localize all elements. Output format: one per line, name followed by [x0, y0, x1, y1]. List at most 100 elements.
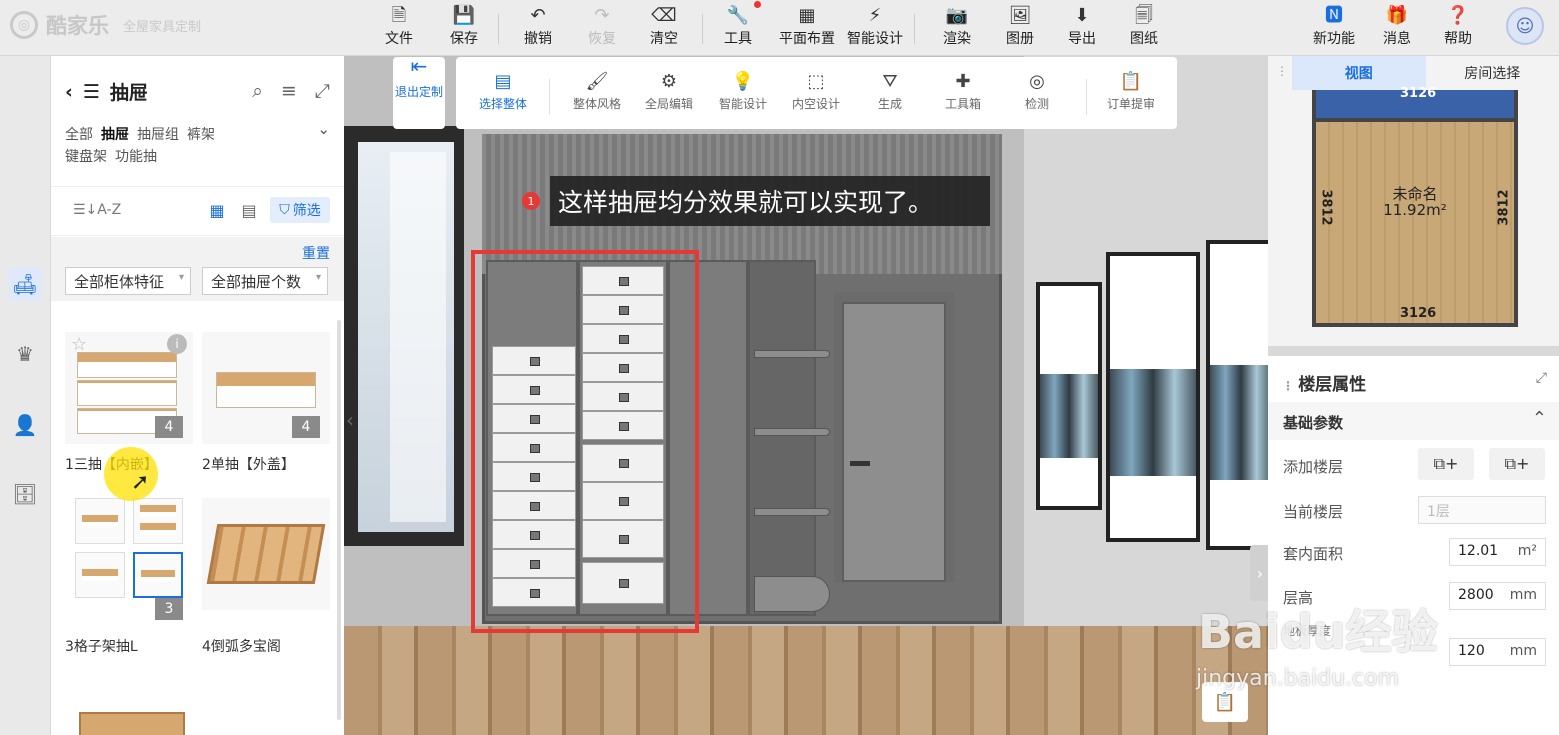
open-shelf[interactable] [754, 508, 830, 516]
toolbar-help-button[interactable]: ❓ 帮助 [1428, 4, 1488, 48]
height-input[interactable]: 2800 mm [1449, 582, 1546, 610]
category-keyboard-rack[interactable]: 键盘架 [65, 149, 107, 165]
info-icon[interactable]: i [167, 334, 187, 354]
tab-view[interactable]: 视图 [1292, 56, 1426, 90]
open-shelf[interactable] [754, 428, 830, 436]
collapse-left-icon[interactable]: ‹ [346, 408, 354, 432]
global-edit-button[interactable]: ⚙ 全局编辑 [634, 69, 704, 112]
toolbar-redo-button[interactable]: ↷ 恢复 [572, 4, 632, 48]
logo-icon: ◎ [10, 11, 38, 39]
order-submit-button[interactable]: 📋 订单提审 [1096, 69, 1166, 112]
partial-product-thumbnail[interactable] [79, 712, 185, 735]
toolbar-tools-button[interactable]: 🔧 工具 [708, 4, 768, 48]
floor-thickness-input[interactable]: 120 mm [1449, 638, 1546, 666]
user-icon[interactable]: 👤 [8, 408, 42, 442]
star-icon[interactable]: ☆ [71, 334, 87, 355]
subtoolbar-label: 全局编辑 [644, 97, 693, 111]
expand-icon[interactable]: ⤢ [1536, 370, 1547, 386]
toolbox-button[interactable]: ✚ 工具箱 [928, 69, 998, 112]
select-all-button[interactable]: ▤ 选择整体 [468, 69, 538, 112]
filter-button[interactable]: ⛉ 筛选 [270, 197, 330, 223]
cabinet-icon[interactable]: 🗄 [8, 477, 42, 511]
area-input[interactable]: 12.01 m² [1449, 538, 1546, 566]
open-shelf[interactable] [754, 350, 830, 358]
open-shelf[interactable] [754, 576, 830, 612]
toolbar-divider [702, 14, 703, 44]
inner-space-button[interactable]: ⬚ 内空设计 [781, 69, 851, 112]
toolbar-messages-button[interactable]: 🎁 消息 [1367, 4, 1427, 48]
basic-params-section[interactable]: 基础参数 ⌃ [1268, 402, 1559, 440]
drawer-count-select[interactable]: 全部抽屉个数 [202, 267, 328, 295]
room-door[interactable] [842, 302, 946, 582]
product-card[interactable]: 3 3格子架抽L [65, 498, 193, 656]
app-logo[interactable]: ◎ 酷家乐 全屋家具定制 [10, 10, 201, 40]
add-floor-above-button[interactable]: ⧉+ [1418, 448, 1474, 480]
top-toolbar: ◎ 酷家乐 全屋家具定制 🗎 文件 💾 保存 ↶ 撤销 ↷ 恢复 ⌫ 清空 🔧 工具 ▦ 平面… [0, 0, 1559, 56]
expand-right-icon[interactable]: › [1250, 545, 1270, 601]
toolbar-album-button[interactable]: 🖼 图册 [990, 4, 1050, 48]
category-function-drawer[interactable]: 功能抽 [115, 149, 157, 165]
grid-view-icon[interactable]: ▦ [206, 199, 228, 221]
subtoolbar-label: 检测 [1024, 97, 1049, 111]
category-drawer[interactable]: 抽屉 [101, 127, 129, 143]
add-floor-below-button[interactable]: ⧉+ [1489, 448, 1545, 480]
toolbar-drawing-button[interactable]: 🗐 图纸 [1114, 4, 1174, 48]
list-view-icon[interactable]: ▤ [238, 199, 260, 221]
reset-link[interactable]: 重置 [302, 243, 330, 263]
product-card[interactable]: 4倒弧多宝阁 [202, 498, 330, 656]
floor-plan-minimap[interactable]: 3126 3126 3812 3812 未命名 11.92m² [1312, 86, 1518, 327]
chevron-down-icon[interactable]: ⌄ [317, 120, 330, 138]
variant-thumb[interactable] [75, 552, 125, 598]
toolbar-floorplan-button[interactable]: ▦ 平面布置 [776, 4, 838, 48]
product-thumbnail: ☆ i 4 [65, 332, 193, 444]
sofa-icon[interactable]: 🛋 [8, 267, 42, 301]
toolbar-smart-design-button[interactable]: ⚡ 智能设计 [844, 4, 906, 48]
product-card[interactable]: 4 2单抽【外盖】 [202, 332, 330, 474]
toolbar-undo-button[interactable]: ↶ 撤销 [508, 4, 568, 48]
toolbar-save-button[interactable]: 💾 保存 [434, 4, 494, 48]
wall-painting[interactable] [1106, 252, 1200, 542]
filter-zone: 重置 全部柜体特征 全部抽屉个数 [51, 237, 344, 301]
detect-button[interactable]: ◎ 检测 [1002, 69, 1072, 112]
global-edit-icon: ⚙ [660, 71, 678, 92]
variant-thumb[interactable] [75, 498, 125, 544]
toolbar-render-button[interactable]: 📷 渲染 [927, 4, 987, 48]
sort-button[interactable]: ☰↓A-Z [73, 202, 121, 218]
category-pants-rack[interactable]: 裤架 [187, 127, 215, 143]
drag-handle-icon[interactable]: ⋮ [1276, 64, 1288, 78]
redo-icon: ↷ [594, 5, 610, 26]
cabinet-feature-select[interactable]: 全部柜体特征 [65, 267, 191, 295]
wardrobe-column[interactable] [748, 260, 816, 616]
menu-icon[interactable]: ≡ [281, 80, 297, 102]
back-icon[interactable]: ‹ [65, 81, 73, 103]
wall-painting[interactable] [1036, 282, 1102, 510]
variant-thumb[interactable] [133, 498, 183, 544]
generate-button[interactable]: ⛛ 生成 [855, 69, 925, 112]
panel-heading: ⋮ 楼层属性 [1282, 370, 1366, 395]
robot-icon: ☺ [1515, 15, 1535, 37]
toolbar-clear-button[interactable]: ⌫ 清空 [634, 4, 694, 48]
3d-viewport[interactable]: 1 这样抽屉均分效果就可以实现了。 [344, 56, 1268, 735]
overall-style-button[interactable]: 🖌 整体风格 [562, 69, 632, 112]
chevron-up-icon[interactable]: ⌃ [1532, 408, 1547, 429]
variant-thumb-selected[interactable] [133, 552, 183, 598]
drawing-icon: 🗐 [1135, 5, 1153, 26]
category-drawer-group[interactable]: 抽屉组 [137, 127, 179, 143]
user-avatar[interactable]: ☺ [1506, 7, 1544, 45]
toolbar-file-button[interactable]: 🗎 文件 [369, 4, 429, 48]
search-icon[interactable]: ⌕ [252, 80, 263, 102]
ai-design-button[interactable]: 💡 智能设计 [708, 69, 778, 112]
toolbar-export-button[interactable]: ⬇ 导出 [1052, 4, 1112, 48]
wall-painting[interactable] [1206, 240, 1268, 550]
drag-handle-icon[interactable]: ⋮ [1282, 379, 1298, 393]
crown-icon[interactable]: ♛ [8, 337, 42, 371]
current-floor-select[interactable]: 1层 [1418, 496, 1546, 524]
toolbar-new-feature-button[interactable]: 🅽 新功能 [1304, 4, 1364, 48]
category-all[interactable]: 全部 [65, 127, 93, 143]
expand-icon[interactable]: ⤢ [315, 80, 330, 102]
toolbar-label: 渲染 [943, 31, 971, 47]
exit-custom-button[interactable]: ⇤ 退出定制 [393, 56, 445, 129]
tab-room-select[interactable]: 房间选择 [1426, 56, 1559, 90]
toolbar-label: 平面布置 [779, 31, 835, 47]
panel-scrollbar[interactable] [337, 320, 341, 720]
